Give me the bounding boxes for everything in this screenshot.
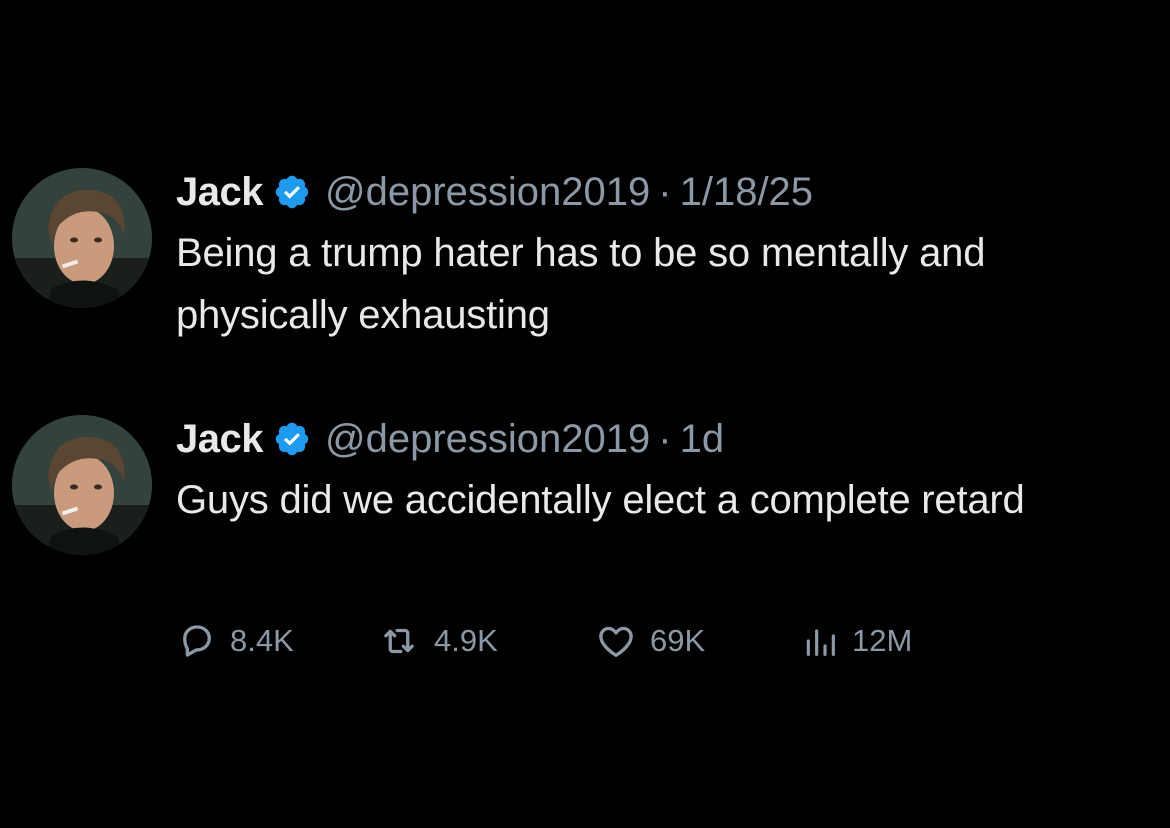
tweet-header: Jack @depression2019 · 1d (176, 415, 1156, 463)
profile-photo-icon (12, 415, 152, 555)
tweet-text: Being a trump hater has to be so mentall… (176, 231, 986, 337)
tweet-body: Jack @depression2019 · 1d Guys did we ac… (176, 415, 1156, 531)
avatar[interactable] (12, 168, 152, 308)
views-chart-icon (806, 629, 835, 656)
tweet-header: Jack @depression2019 · 1/18/25 (176, 168, 1156, 216)
separator-dot: · (658, 169, 672, 214)
user-handle[interactable]: @depression2019 (325, 417, 650, 462)
tweet-text: Guys did we accidentally elect a complet… (176, 478, 1025, 522)
display-name[interactable]: Jack (176, 417, 263, 462)
tweet-action-bar: 8.4K 4.9K 69K 12M (176, 616, 960, 666)
timestamp[interactable]: 1d (680, 417, 725, 462)
separator-dot: · (658, 416, 672, 461)
view-count: 12M (852, 623, 913, 658)
like-button[interactable]: 69K (594, 620, 800, 662)
avatar[interactable] (12, 415, 152, 555)
views-button[interactable]: 12M (800, 620, 960, 662)
reply-button[interactable]: 8.4K (176, 620, 376, 662)
user-handle[interactable]: @depression2019 (325, 170, 650, 215)
repost-button[interactable]: 4.9K (376, 620, 594, 662)
verified-badge-icon[interactable] (273, 420, 311, 458)
verified-badge-icon[interactable] (273, 173, 311, 211)
profile-photo-icon (12, 168, 152, 308)
heart-icon (599, 626, 633, 658)
reply-icon (183, 625, 211, 657)
repost-icon (384, 628, 414, 654)
tweet-body: Jack @depression2019 · 1/18/25 Being a t… (176, 168, 1156, 346)
like-count: 69K (650, 623, 706, 658)
reply-count: 8.4K (230, 623, 294, 658)
timestamp[interactable]: 1/18/25 (680, 170, 813, 215)
repost-count: 4.9K (434, 623, 498, 658)
display-name[interactable]: Jack (176, 170, 263, 215)
